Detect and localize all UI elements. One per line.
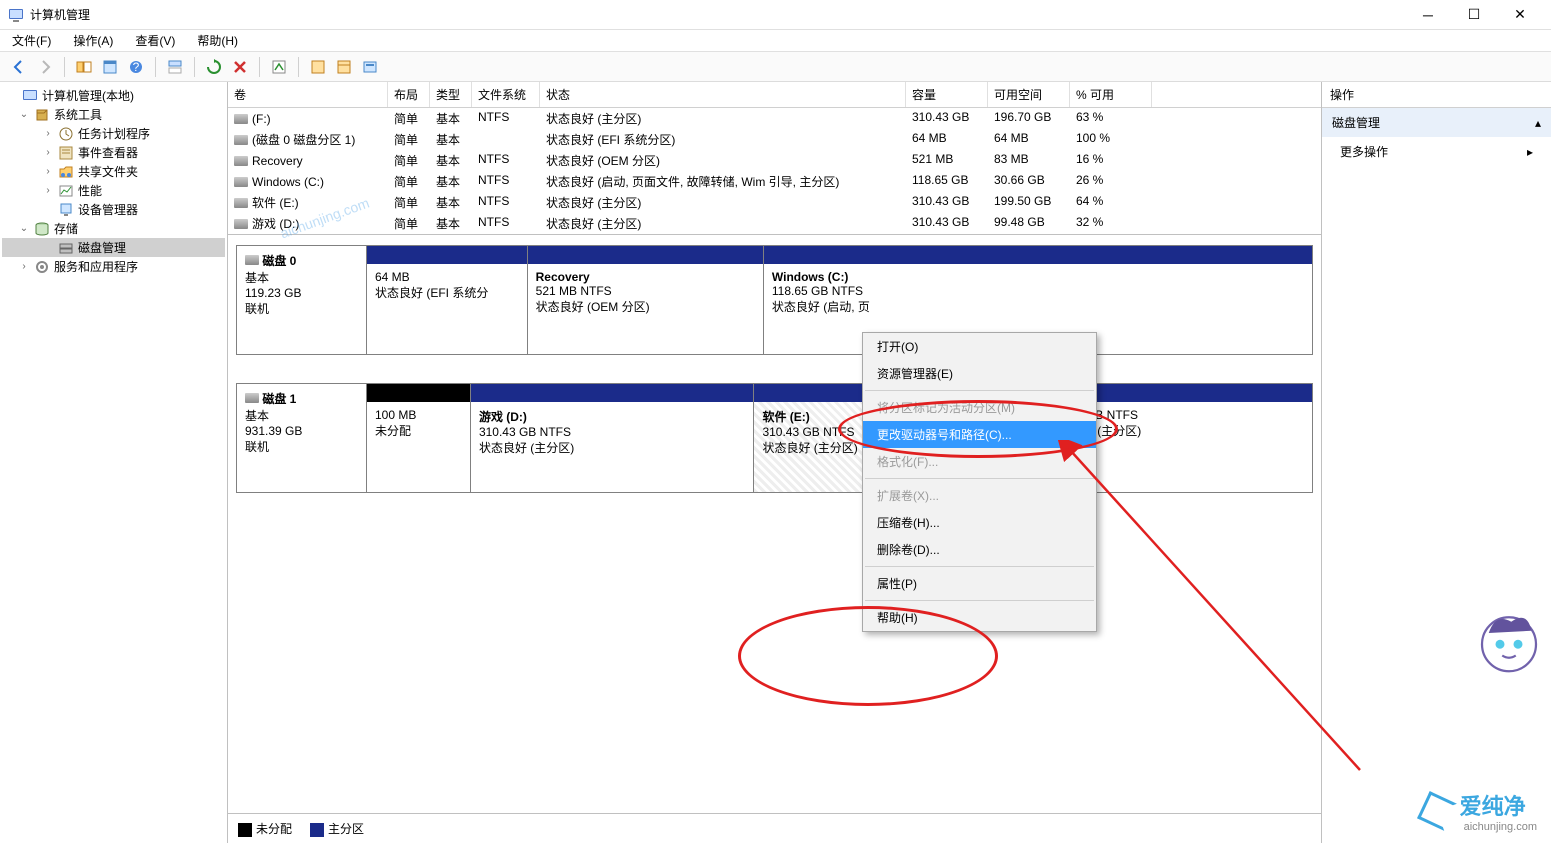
actions-header: 操作: [1322, 82, 1551, 108]
tree-system-tools[interactable]: ⌄系统工具: [2, 105, 225, 124]
navigation-tree: 计算机管理(本地) ⌄系统工具 ›任务计划程序 ›事件查看器 ›共享文件夹 ›性…: [0, 82, 228, 843]
col-volume[interactable]: 卷: [228, 82, 388, 107]
tree-task-scheduler[interactable]: ›任务计划程序: [2, 124, 225, 143]
tree-event-viewer[interactable]: ›事件查看器: [2, 143, 225, 162]
forward-button[interactable]: [34, 56, 56, 78]
actions-diskmgmt[interactable]: 磁盘管理 ▴: [1322, 108, 1551, 137]
window-title: 计算机管理: [30, 6, 1405, 23]
actions-pane: 操作 磁盘管理 ▴ 更多操作 ▸: [1322, 82, 1551, 843]
toolbar: ?: [0, 52, 1551, 82]
tree-storage[interactable]: ⌄存储: [2, 219, 225, 238]
disk-graphical-view: 磁盘 0 基本 119.23 GB 联机 64 MB状态良好 (EFI 系统分R…: [228, 235, 1321, 813]
menu-action[interactable]: 操作(A): [69, 30, 117, 51]
delete-button[interactable]: [229, 56, 251, 78]
partition[interactable]: 64 MB状态良好 (EFI 系统分: [367, 246, 528, 354]
menu-explorer[interactable]: 资源管理器(E): [863, 360, 1096, 387]
col-status[interactable]: 状态: [540, 82, 906, 107]
disk-0-info[interactable]: 磁盘 0 基本 119.23 GB 联机: [237, 246, 367, 354]
partition[interactable]: 100 MB未分配: [367, 384, 471, 492]
menu-format: 格式化(F)...: [863, 448, 1096, 475]
col-capacity[interactable]: 容量: [906, 82, 988, 107]
menu-view[interactable]: 查看(V): [131, 30, 179, 51]
table-row[interactable]: 软件 (E:)简单基本NTFS状态良好 (主分区)310.43 GB199.50…: [228, 192, 1321, 213]
col-layout[interactable]: 布局: [388, 82, 430, 107]
menu-file[interactable]: 文件(F): [8, 30, 55, 51]
menu-open[interactable]: 打开(O): [863, 333, 1096, 360]
col-percent[interactable]: % 可用: [1070, 82, 1152, 107]
drive-icon: [234, 135, 248, 145]
titlebar: 计算机管理 ─ ☐ ✕: [0, 0, 1551, 30]
table-row[interactable]: Windows (C:)简单基本NTFS状态良好 (启动, 页面文件, 故障转储…: [228, 171, 1321, 192]
disk-icon: [245, 255, 259, 265]
menu-shrink[interactable]: 压缩卷(H)...: [863, 509, 1096, 536]
drive-icon: [234, 219, 248, 229]
back-button[interactable]: [8, 56, 30, 78]
menu-help[interactable]: 帮助(H): [863, 604, 1096, 631]
partition[interactable]: 游戏 (D:)310.43 GB NTFS状态良好 (主分区): [471, 384, 755, 492]
close-button[interactable]: ✕: [1497, 0, 1543, 30]
detail-button[interactable]: [333, 56, 355, 78]
col-filesystem[interactable]: 文件系统: [472, 82, 540, 107]
help-button[interactable]: ?: [125, 56, 147, 78]
settings-button[interactable]: [268, 56, 290, 78]
view-top-button[interactable]: [164, 56, 186, 78]
menu-help[interactable]: 帮助(H): [193, 30, 242, 51]
actions-more[interactable]: 更多操作 ▸: [1322, 137, 1551, 166]
legend-swatch-unalloc: [238, 823, 252, 837]
refresh-button[interactable]: [203, 56, 225, 78]
menu-properties[interactable]: 属性(P): [863, 570, 1096, 597]
col-type[interactable]: 类型: [430, 82, 472, 107]
properties-button[interactable]: [99, 56, 121, 78]
drive-icon: [234, 156, 248, 166]
volume-table: 卷 布局 类型 文件系统 状态 容量 可用空间 % 可用 (F:)简单基本NTF…: [228, 82, 1321, 235]
table-header: 卷 布局 类型 文件系统 状态 容量 可用空间 % 可用: [228, 82, 1321, 108]
maximize-button[interactable]: ☐: [1451, 0, 1497, 30]
partition[interactable]: Recovery521 MB NTFS状态良好 (OEM 分区): [528, 246, 764, 354]
show-hide-tree-button[interactable]: [73, 56, 95, 78]
svg-text:?: ?: [133, 60, 140, 74]
tree-performance[interactable]: ›性能: [2, 181, 225, 200]
collapse-icon: ▴: [1535, 116, 1541, 130]
col-free[interactable]: 可用空间: [988, 82, 1070, 107]
menu-change-drive-letter[interactable]: 更改驱动器号和路径(C)...: [863, 421, 1096, 448]
legend: 未分配 主分区: [228, 813, 1321, 843]
tree-root[interactable]: 计算机管理(本地): [2, 86, 225, 105]
disk-0-row: 磁盘 0 基本 119.23 GB 联机 64 MB状态良好 (EFI 系统分R…: [236, 245, 1313, 355]
table-row[interactable]: 游戏 (D:)简单基本NTFS状态良好 (主分区)310.43 GB99.48 …: [228, 213, 1321, 234]
list-button[interactable]: [307, 56, 329, 78]
drive-icon: [234, 177, 248, 187]
tree-device-manager[interactable]: 设备管理器: [2, 200, 225, 219]
tree-services-apps[interactable]: ›服务和应用程序: [2, 257, 225, 276]
table-row[interactable]: Recovery简单基本NTFS状态良好 (OEM 分区)521 MB83 MB…: [228, 150, 1321, 171]
legend-swatch-primary: [310, 823, 324, 837]
center-pane: 卷 布局 类型 文件系统 状态 容量 可用空间 % 可用 (F:)简单基本NTF…: [228, 82, 1322, 843]
menu-mark-active: 将分区标记为活动分区(M): [863, 394, 1096, 421]
minimize-button[interactable]: ─: [1405, 0, 1451, 30]
tree-disk-management[interactable]: 磁盘管理: [2, 238, 225, 257]
brand-watermark: 爱纯净 aichunjing.com: [1422, 789, 1537, 833]
action-button[interactable]: [359, 56, 381, 78]
brand-logo-icon: [1417, 791, 1457, 831]
drive-icon: [234, 114, 248, 124]
disk-1-row: 磁盘 1 基本 931.39 GB 联机 100 MB未分配游戏 (D:)310…: [236, 383, 1313, 493]
drive-icon: [234, 198, 248, 208]
expand-icon: ▸: [1527, 145, 1533, 159]
menubar: 文件(F) 操作(A) 查看(V) 帮助(H): [0, 30, 1551, 52]
menu-delete[interactable]: 删除卷(D)...: [863, 536, 1096, 563]
menu-extend: 扩展卷(X)...: [863, 482, 1096, 509]
app-icon: [8, 7, 24, 23]
disk-icon: [245, 393, 259, 403]
context-menu: 打开(O) 资源管理器(E) 将分区标记为活动分区(M) 更改驱动器号和路径(C…: [862, 332, 1097, 632]
table-row[interactable]: (F:)简单基本NTFS状态良好 (主分区)310.43 GB196.70 GB…: [228, 108, 1321, 129]
disk-1-info[interactable]: 磁盘 1 基本 931.39 GB 联机: [237, 384, 367, 492]
tree-shared-folders[interactable]: ›共享文件夹: [2, 162, 225, 181]
table-row[interactable]: (磁盘 0 磁盘分区 1)简单基本状态良好 (EFI 系统分区)64 MB64 …: [228, 129, 1321, 150]
